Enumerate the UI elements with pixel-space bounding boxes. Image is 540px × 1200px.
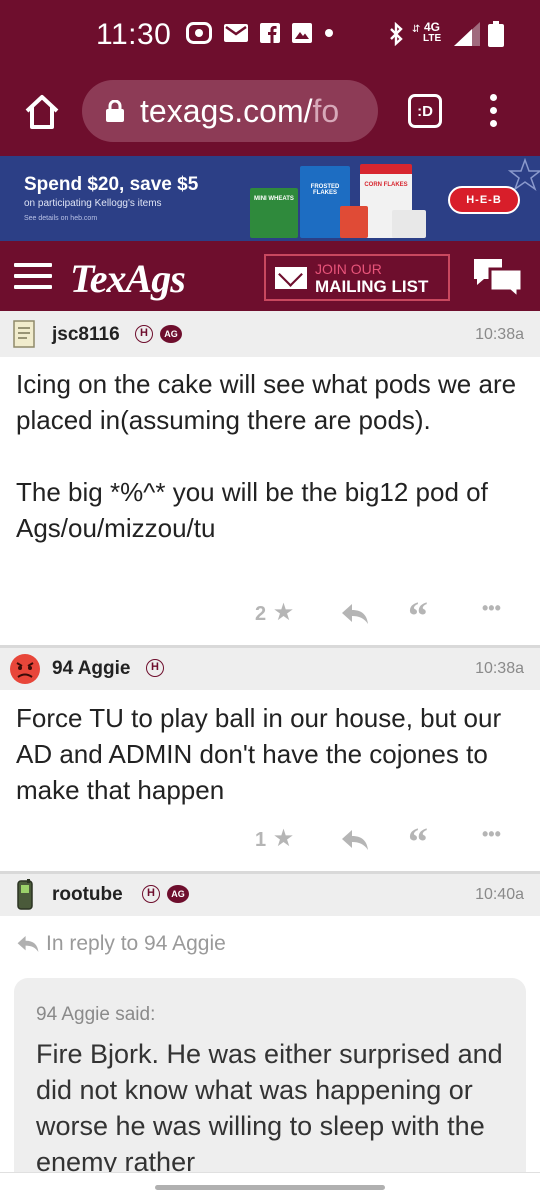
post-paragraph: Force TU to play ball in our house, but … — [16, 703, 502, 805]
ad-subline: on participating Kellogg's items — [24, 198, 162, 209]
post-time: 10:38a — [475, 660, 524, 677]
image-icon — [292, 23, 312, 43]
post-header: 94 Aggie H 10:38a — [0, 648, 540, 690]
network-lte-label: LTE — [423, 33, 442, 44]
star-count: 1 — [255, 829, 267, 851]
cereal-box-label: CORN FLAKES — [364, 182, 408, 188]
url-main: texags.com/ — [140, 92, 313, 129]
address-bar[interactable]: texags.com/fo — [82, 80, 378, 142]
post-paragraph: The big *%^* you will be the big12 pod o… — [16, 477, 488, 543]
system-nav-bar — [0, 1172, 540, 1200]
network-type-icon: ⇵ 4G LTE — [412, 20, 442, 44]
reply-icon[interactable] — [340, 602, 370, 626]
reply-icon[interactable] — [340, 828, 370, 852]
ag-badge: AG — [160, 325, 182, 343]
texags-logo[interactable]: TexAgs — [70, 255, 186, 302]
system-icons: ⇵ 4G LTE — [388, 20, 504, 48]
star-rating-button[interactable]: 1 ★ — [255, 824, 294, 853]
post-body: Icing on the cake will see what pods we … — [16, 366, 526, 546]
post-username[interactable]: 94 Aggie — [52, 658, 131, 680]
bluetooth-icon — [390, 22, 403, 46]
mailing-list-button[interactable]: JOIN OUR MAILING LIST — [264, 254, 450, 301]
more-options-button[interactable]: ••• — [482, 598, 501, 619]
post-username[interactable]: rootube — [52, 884, 123, 906]
envelope-icon — [275, 266, 307, 289]
h-badge: H — [146, 659, 164, 677]
battery-icon — [488, 21, 504, 47]
screen-record-icon — [186, 22, 212, 44]
home-gesture-handle[interactable] — [155, 1185, 385, 1190]
cereal-box-small — [340, 206, 368, 238]
browser-toolbar: texags.com/fo :D — [0, 70, 540, 156]
status-time: 11:30 — [96, 18, 172, 51]
quote-button[interactable]: “ — [408, 818, 428, 865]
chat-icon[interactable] — [472, 255, 524, 299]
notification-icons — [186, 22, 334, 44]
star-rating-button[interactable]: 2 ★ — [255, 598, 294, 627]
lock-icon — [106, 100, 124, 122]
quote-button[interactable]: “ — [408, 592, 428, 639]
reply-to-link[interactable]: In reply to 94 Aggie — [16, 932, 226, 956]
post-time: 10:38a — [475, 326, 524, 343]
tab-switcher-button[interactable]: :D — [408, 94, 442, 128]
email-icon — [224, 24, 248, 42]
quoted-post: 94 Aggie said: Fire Bjork. He was either… — [14, 978, 526, 1200]
star-icon: ★ — [272, 825, 295, 852]
signal-icon — [454, 22, 480, 46]
star-count: 2 — [255, 603, 267, 625]
post-actions: 1 ★ “ ••• — [0, 818, 540, 864]
cereal-box-label: MINI WHEATS — [254, 196, 294, 202]
cereal-box-label: FROSTED FLAKES — [310, 184, 340, 196]
home-icon[interactable] — [22, 92, 62, 132]
more-options-button[interactable]: ••• — [482, 824, 501, 845]
cellphone-avatar-icon — [17, 879, 33, 910]
overflow-menu-icon[interactable] — [486, 94, 500, 134]
quote-text: Fire Bjork. He was either surprised and … — [36, 1039, 503, 1177]
hamburger-menu-icon[interactable] — [14, 263, 52, 289]
angry-face-avatar-icon — [10, 654, 40, 684]
post-username[interactable]: jsc8116 — [52, 324, 120, 346]
quote-attribution: 94 Aggie said: — [36, 1004, 156, 1025]
ag-badge: AG — [167, 885, 189, 903]
reply-arrow-icon — [17, 936, 39, 952]
post-time: 10:40a — [475, 886, 524, 903]
dot-icon — [325, 29, 333, 37]
reply-to-text: In reply to 94 Aggie — [46, 932, 226, 955]
post-body: Force TU to play ball in our house, but … — [16, 700, 526, 808]
mailing-line2: MAILING LIST — [315, 276, 429, 296]
post-actions: 2 ★ “ ••• — [0, 592, 540, 638]
post-header: rootube H AG 10:40a — [0, 874, 540, 916]
site-header: TexAgs JOIN OUR MAILING LIST — [0, 241, 540, 311]
status-bar: 11:30 ⇵ 4G LTE — [0, 0, 540, 70]
star-icon: ★ — [272, 599, 295, 626]
ad-fineprint: See details on heb.com — [24, 215, 98, 222]
facebook-icon — [260, 23, 280, 43]
post-header: jsc8116 H AG 10:38a — [0, 311, 540, 357]
ad-headline: Spend $20, save $5 — [24, 174, 199, 195]
h-badge: H — [135, 325, 153, 343]
cereal-box-small — [392, 210, 426, 238]
heb-logo: H-E-B — [448, 186, 520, 214]
document-avatar-icon — [13, 320, 35, 348]
post-paragraph: Icing on the cake will see what pods we … — [16, 369, 517, 435]
url-faded: fo — [312, 92, 340, 129]
h-badge: H — [142, 885, 160, 903]
network-4g-label: 4G — [424, 20, 441, 34]
cereal-box-mini-wheats: MINI WHEATS — [250, 188, 298, 238]
mailing-line1: JOIN OUR — [315, 260, 382, 277]
url-text: texags.com/fo — [140, 93, 339, 130]
